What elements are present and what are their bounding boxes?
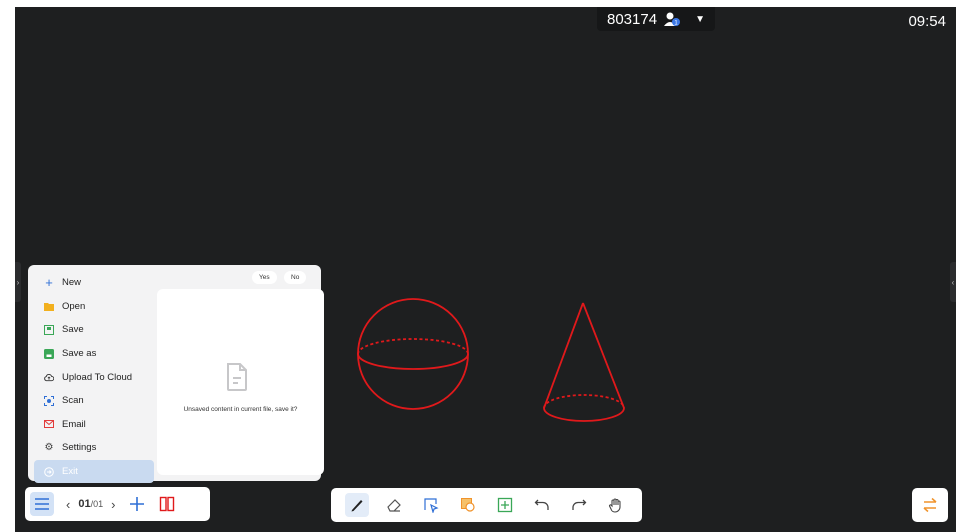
save-icon [44,324,54,335]
page-counter: 01/01 [78,498,103,510]
cloud-upload-icon [44,372,54,382]
menu-item-label: Open [62,300,86,312]
menu-item-label: Exit [62,466,78,478]
menu-item-label: Email [62,418,86,430]
insert-tool-button[interactable] [493,493,517,517]
menu-item-label: Save [62,324,84,336]
redo-button[interactable] [567,493,591,517]
exit-icon [44,466,54,477]
page-overview-button[interactable] [155,492,179,516]
select-icon [424,498,439,513]
page-navigator: ‹ 01/01 › [66,497,115,512]
swap-toolbar [912,488,948,522]
gear-icon: ⚙ [44,442,54,454]
scan-icon [44,395,54,406]
eraser-icon [387,499,402,512]
swap-toolbar-button[interactable] [918,493,942,517]
save-as-icon [44,348,54,359]
file-menu-list: + New Open Save Save as Upload To Cloud … [34,271,154,484]
yes-button[interactable]: Yes [252,271,277,284]
menu-item-label: Save as [62,348,97,360]
confirm-message: Unsaved content in current file, save it… [183,406,298,413]
menu-item-save-as[interactable]: Save as [34,342,154,366]
redo-icon [572,499,587,510]
document-icon [226,363,248,396]
add-page-button[interactable] [125,492,149,516]
menu-item-label: Settings [62,442,97,454]
shapes-icon [461,498,475,512]
select-tool-button[interactable] [419,493,443,517]
room-code: 803174 [607,10,658,28]
undo-button[interactable] [530,493,554,517]
sphere-shape[interactable] [357,298,469,410]
menu-item-new[interactable]: + New [34,271,154,295]
no-button[interactable]: No [284,271,307,284]
pen-icon [351,500,363,512]
menu-item-save[interactable]: Save [34,318,154,342]
next-page-button[interactable]: › [111,497,115,512]
save-confirm-dialog: Unsaved content in current file, save it… [157,289,324,475]
eraser-tool-button[interactable] [382,493,406,517]
whiteboard-canvas[interactable]: 803174 1 ▼ 09:54 › ‹ + New Open Save Sav… [15,7,956,532]
swap-arrows-icon [923,497,937,513]
pan-tool-button[interactable] [604,493,628,517]
room-code-pill[interactable]: 803174 1 ▼ [597,7,715,31]
right-drawer-handle[interactable]: ‹ [950,262,956,302]
add-box-icon [497,497,513,513]
menu-item-label: Scan [62,395,84,407]
split-view-icon [160,496,175,512]
cone-shape[interactable] [543,302,625,422]
menu-item-label: New [62,277,82,289]
menu-item-scan[interactable]: Scan [34,389,154,413]
user-count-icon: 1 [663,11,681,27]
menu-item-email[interactable]: Email [34,413,154,437]
undo-icon [534,499,549,510]
total-pages: /01 [90,499,104,509]
current-page: 01 [78,498,91,510]
menu-item-upload-cloud[interactable]: Upload To Cloud [34,365,154,389]
pen-tool-button[interactable] [345,493,370,517]
folder-icon [44,301,54,311]
shape-tool-button[interactable] [456,493,480,517]
menu-item-open[interactable]: Open [34,295,154,319]
file-menu-panel: + New Open Save Save as Upload To Cloud … [28,265,324,484]
left-drawer-handle[interactable]: › [15,262,21,302]
menu-item-label: Upload To Cloud [62,371,133,383]
menu-item-exit[interactable]: Exit [34,459,154,484]
menu-item-settings[interactable]: ⚙ Settings [34,436,154,460]
hamburger-icon [35,498,49,510]
caret-down-icon[interactable]: ▼ [695,14,705,25]
hand-icon [608,498,621,513]
email-icon [44,419,54,429]
plus-icon [130,497,145,511]
plus-icon: + [45,275,53,291]
page-toolbar: ‹ 01/01 › [25,487,210,521]
prev-page-button[interactable]: ‹ [66,497,70,512]
menu-button[interactable] [30,492,54,516]
clock: 09:54 [908,13,946,30]
drawing-toolbar [331,488,642,522]
